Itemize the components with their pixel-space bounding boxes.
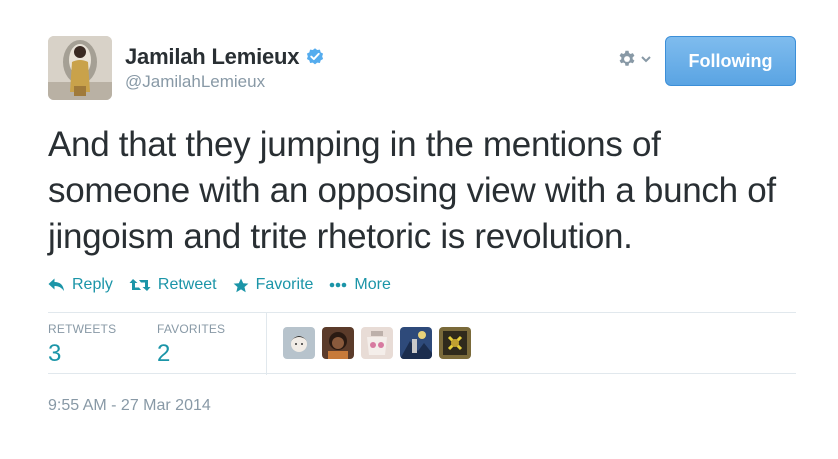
retweets-label: RETWEETS — [48, 322, 117, 336]
reply-label: Reply — [72, 276, 113, 293]
engager-avatar[interactable] — [322, 327, 354, 359]
tweet-stats: RETWEETS 3 FAVORITES 2 — [48, 312, 796, 375]
engager-avatar[interactable] — [361, 327, 393, 359]
author-info: Jamilah Lemieux @JamilahLemieux — [125, 44, 325, 92]
retweets-count: 3 — [48, 340, 62, 367]
retweet-icon — [129, 279, 151, 291]
stats-divider — [266, 313, 267, 375]
retweet-action[interactable]: Retweet — [129, 276, 217, 294]
retweets-stat[interactable]: RETWEETS 3 — [48, 322, 116, 368]
tweet-text: And that they jumping in the mentions of… — [48, 125, 776, 256]
engager-avatar[interactable] — [439, 327, 471, 359]
favorites-stat[interactable]: FAVORITES 2 — [157, 322, 225, 368]
engager-avatar[interactable] — [400, 327, 432, 359]
reply-action[interactable]: Reply — [48, 276, 113, 294]
engager-avatars — [283, 327, 478, 359]
following-button[interactable]: Following — [665, 36, 796, 86]
verified-badge-icon — [307, 48, 324, 65]
reply-icon — [48, 278, 64, 291]
favorite-action[interactable]: Favorite — [233, 276, 314, 294]
author-username[interactable]: @JamilahLemieux — [125, 72, 325, 92]
engager-avatar[interactable] — [283, 327, 315, 359]
more-label: More — [354, 276, 391, 293]
tweet-header: Jamilah Lemieux @JamilahLemieux Followin… — [48, 36, 796, 100]
retweet-label: Retweet — [157, 276, 217, 293]
gear-icon — [619, 50, 635, 66]
more-action[interactable]: More — [329, 276, 391, 294]
favorites-count: 2 — [157, 340, 171, 367]
favorite-label: Favorite — [255, 276, 314, 293]
tweet-timestamp[interactable]: 9:55 AM - 27 Mar 2014 — [48, 397, 211, 415]
favorites-label: FAVORITES — [157, 322, 226, 336]
more-dots-icon — [330, 282, 347, 288]
star-icon — [233, 278, 249, 292]
author-avatar[interactable] — [48, 36, 112, 100]
tweet-actions: Reply Retweet Favorite More — [48, 276, 407, 294]
settings-dropdown[interactable] — [616, 46, 656, 72]
chevron-down-icon — [641, 56, 651, 63]
author-fullname[interactable]: Jamilah Lemieux — [125, 44, 300, 70]
